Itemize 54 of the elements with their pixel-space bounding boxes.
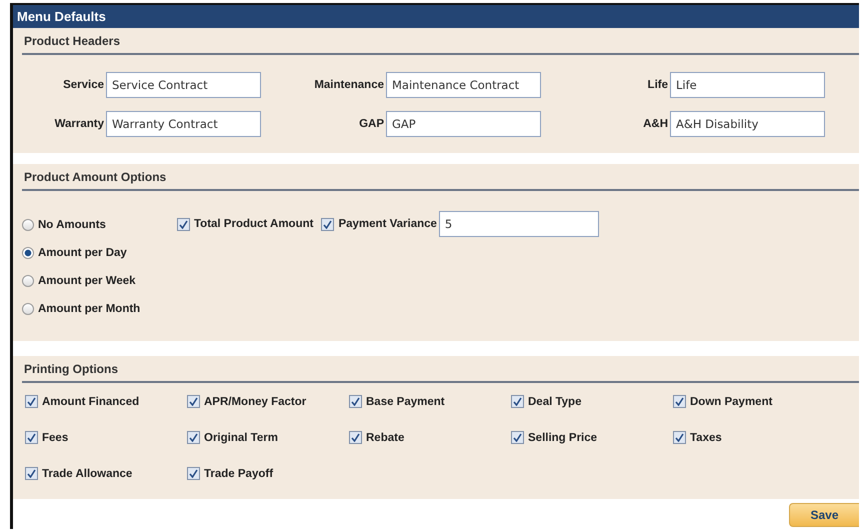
input-field[interactable]: Maintenance Contract <box>386 72 541 98</box>
field-label: Maintenance <box>313 79 384 91</box>
field-label: Service <box>62 79 104 91</box>
checkbox-label: Total Product Amount <box>194 218 314 230</box>
radio-label: Amount per Week <box>38 274 136 286</box>
save-button[interactable]: Save <box>789 503 859 527</box>
radio-label: Amount per Day <box>38 246 127 258</box>
section-heading: Product Headers <box>22 34 859 55</box>
radio-button[interactable] <box>22 274 34 286</box>
checkbox[interactable] <box>349 395 362 408</box>
checkbox-label: Rebate <box>366 432 404 444</box>
section-heading: Product Amount Options <box>22 170 859 191</box>
checkbox-label: Amount Financed <box>42 396 140 408</box>
checkbox-label: Fees <box>42 432 68 444</box>
checkbox-label: Selling Price <box>528 432 598 444</box>
checkbox-label: Deal Type <box>528 396 582 408</box>
checkbox[interactable] <box>321 218 334 230</box>
input-field[interactable]: Service Contract <box>106 72 261 98</box>
checkbox-label: APR/Money Factor <box>204 396 306 408</box>
checkbox[interactable] <box>673 395 686 408</box>
field-label: Warranty <box>54 118 104 130</box>
radio-button[interactable] <box>22 218 34 230</box>
field-label: Life <box>646 79 668 91</box>
checkbox-label: Original Term <box>204 432 278 444</box>
checkbox-label: Base Payment <box>366 396 445 408</box>
input-field[interactable]: 5 <box>438 211 599 237</box>
checkbox[interactable] <box>25 467 38 480</box>
checkbox-label: Trade Allowance <box>42 468 132 480</box>
checkbox[interactable] <box>25 395 38 408</box>
checkbox[interactable] <box>511 431 524 444</box>
checkbox[interactable] <box>187 395 200 408</box>
checkbox[interactable] <box>673 431 686 444</box>
checkbox[interactable] <box>25 431 38 444</box>
radio-button[interactable] <box>22 302 34 314</box>
input-field[interactable]: A&H Disability <box>670 111 825 137</box>
checkbox[interactable] <box>187 467 200 480</box>
checkbox-label: Down Payment <box>690 396 772 408</box>
section-heading: Printing Options <box>22 362 859 383</box>
checkbox-label: Payment Variance <box>338 218 437 230</box>
checkbox[interactable] <box>349 431 362 444</box>
checkbox-label: Trade Payoff <box>204 468 274 480</box>
checkbox-label: Taxes <box>690 432 722 444</box>
radio-label: Amount per Month <box>38 302 140 314</box>
checkbox[interactable] <box>511 395 524 408</box>
input-field[interactable]: Life <box>670 72 825 98</box>
field-label: A&H <box>642 118 668 130</box>
checkbox[interactable] <box>177 218 190 230</box>
input-field[interactable]: Warranty Contract <box>106 111 261 137</box>
field-label: GAP <box>358 118 384 130</box>
radio-button[interactable] <box>22 246 34 258</box>
window-title: Menu Defaults <box>13 5 859 28</box>
radio-label: No Amounts <box>38 218 106 230</box>
input-field[interactable]: GAP <box>386 111 541 137</box>
checkbox[interactable] <box>187 431 200 444</box>
